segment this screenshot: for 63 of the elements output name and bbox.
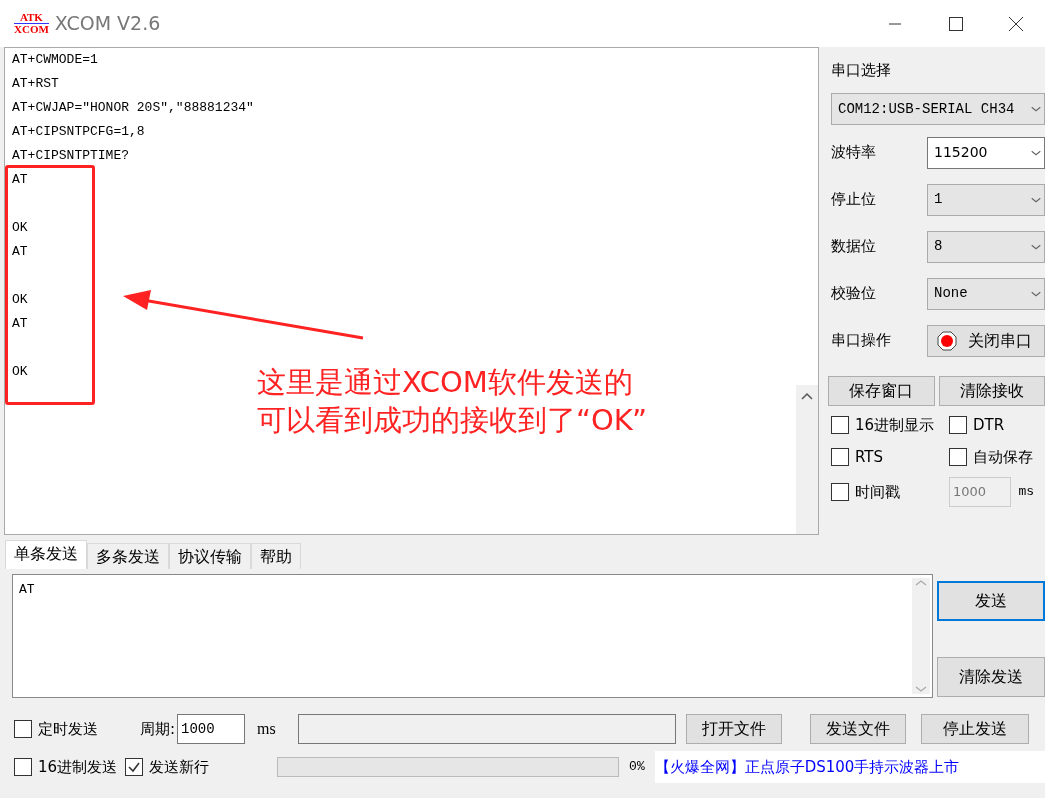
send-button[interactable]: 清除发送 xyxy=(937,657,1045,697)
send-button[interactable]: 发送 xyxy=(937,581,1045,621)
port-dropdown[interactable]: COM12:USB-SERIAL CH34 xyxy=(831,93,1045,125)
received-line: AT+CWJAP="HONOR 20S","88881234" xyxy=(11,99,254,117)
send-text-field[interactable]: AT xyxy=(12,574,933,698)
file-button[interactable]: 停止发送 xyxy=(920,714,1029,744)
setting-label: 停止位 xyxy=(831,189,877,211)
option-label: DTR xyxy=(973,415,1005,436)
option-label: RTS xyxy=(855,446,883,468)
progress-reading: 0% xyxy=(629,758,645,777)
option-label: 定时发送 xyxy=(38,718,98,740)
close-port-button[interactable]: 关闭串口 xyxy=(927,324,1045,357)
checkbox[interactable] xyxy=(125,758,144,776)
unit-label: ms xyxy=(1018,483,1035,502)
received-line: OK xyxy=(11,219,28,237)
period-label: 周期: xyxy=(140,718,176,740)
panel-button[interactable]: 清除接收 xyxy=(938,376,1045,406)
tab[interactable]: 帮助 xyxy=(251,543,301,569)
setting-label: 校验位 xyxy=(831,283,877,305)
received-line: AT+CIPSNTPCFG=1,8 xyxy=(11,123,145,141)
app-logo: ATK XCOM xyxy=(14,12,49,35)
received-line: OK xyxy=(11,363,28,381)
period-field[interactable]: 1000 xyxy=(177,714,246,744)
received-line: AT xyxy=(11,171,28,189)
annotation-text: 可以看到成功的接收到了“OK” xyxy=(257,402,647,439)
checkbox[interactable] xyxy=(14,720,32,738)
received-line: AT+CIPSNTPTIME? xyxy=(11,147,130,165)
option-label: 16进制显示 xyxy=(855,415,935,436)
checkbox[interactable] xyxy=(14,758,32,776)
annotation-text: 这里是通过XCOM软件发送的 xyxy=(257,364,634,401)
setting-dropdown[interactable]: 115200 xyxy=(927,136,1045,169)
option-label: 时间戳 xyxy=(855,481,900,503)
checkbox[interactable] xyxy=(831,447,849,466)
setting-dropdown[interactable]: 8 xyxy=(927,230,1045,263)
received-line: AT+CWMODE=1 xyxy=(11,51,98,69)
setting-label: 数据位 xyxy=(831,236,877,258)
setting-dropdown[interactable]: 1 xyxy=(927,183,1045,216)
setting-label: 波特率 xyxy=(831,142,877,164)
received-line: AT+RST xyxy=(11,75,59,93)
file-path-field[interactable] xyxy=(297,714,676,744)
option-label: 16进制发送 xyxy=(38,756,118,778)
tab[interactable]: 多条发送 xyxy=(87,543,169,569)
received-line: AT xyxy=(11,243,28,261)
operation-label: 串口操作 xyxy=(831,330,892,352)
file-button[interactable]: 发送文件 xyxy=(809,714,906,744)
port-label: 串口选择 xyxy=(831,61,891,79)
checkbox[interactable] xyxy=(831,483,849,501)
setting-dropdown[interactable]: None xyxy=(927,277,1045,310)
checkbox[interactable] xyxy=(831,416,849,435)
option-label: 自动保存 xyxy=(973,446,1033,468)
option-label: 发送新行 xyxy=(149,756,210,778)
checkbox[interactable] xyxy=(949,447,967,466)
panel-button[interactable]: 保存窗口 xyxy=(828,376,935,406)
tab[interactable]: 单条发送 xyxy=(5,540,87,569)
checkbox[interactable] xyxy=(949,416,967,435)
received-line: AT xyxy=(11,315,28,333)
received-line: OK xyxy=(11,291,28,309)
window-title: XCOM V2.6 xyxy=(54,11,161,37)
file-button[interactable]: 打开文件 xyxy=(685,714,782,744)
unit-label: ms xyxy=(257,719,276,739)
send-text: AT xyxy=(19,582,35,597)
interval-field[interactable]: 1000 xyxy=(949,477,1011,507)
tab[interactable]: 协议传输 xyxy=(169,543,251,569)
